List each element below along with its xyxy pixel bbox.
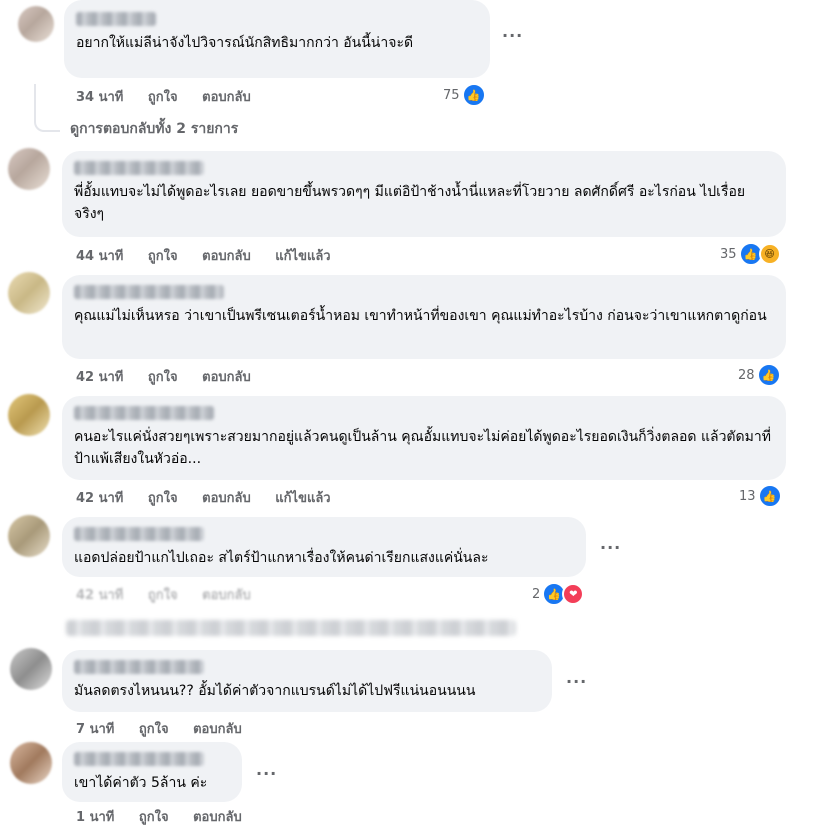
commenter-name-blurred[interactable]	[74, 406, 214, 420]
timestamp[interactable]: 34 นาที	[76, 90, 123, 105]
avatar[interactable]	[18, 6, 54, 42]
edited-label[interactable]: แก้ไขแล้ว	[275, 249, 330, 264]
commenter-name-blurred[interactable]	[74, 660, 204, 674]
reply-button[interactable]: ตอบกลับ	[202, 491, 251, 506]
love-icon: ❤	[562, 583, 585, 605]
comment-text: คนอะไรแค่นั่งสวยๆเพราะสวยมากอยู่แล้วคนดู…	[74, 429, 771, 467]
haha-icon: 😆	[758, 243, 781, 265]
like-button[interactable]: ถูกใจ	[148, 491, 178, 506]
more-options-button[interactable]: ···	[256, 764, 277, 783]
reaction-summary[interactable]: 35 👍 😆	[720, 242, 781, 266]
reply-button[interactable]: ตอบกลับ	[202, 90, 251, 105]
reaction-count: 2	[532, 586, 541, 602]
avatar[interactable]	[10, 648, 52, 690]
reaction-summary[interactable]: 28 👍	[738, 363, 781, 387]
reply-button[interactable]: ตอบกลับ	[202, 249, 251, 264]
reaction-summary[interactable]: 75 👍	[443, 83, 486, 107]
timestamp[interactable]: 42 นาที	[76, 370, 123, 385]
like-button[interactable]: ถูกใจ	[148, 249, 178, 264]
reply-button[interactable]: ตอบกลับ	[202, 370, 251, 385]
comment-text: เขาได้ค่าตัว 5ล้าน ค่ะ	[74, 775, 208, 791]
timestamp[interactable]: 7 นาที	[76, 722, 114, 737]
comment-bubble: แอดปล่อยป้าแกไปเถอะ สไตร์ป้าแกหาเรื่องให…	[62, 517, 586, 577]
commenter-name-blurred[interactable]	[74, 285, 224, 299]
like-button[interactable]: ถูกใจ	[139, 722, 169, 737]
reaction-count: 75	[443, 87, 460, 103]
avatar[interactable]	[10, 742, 52, 784]
reaction-summary[interactable]: 2 👍 ❤	[532, 582, 585, 606]
comment-text: คุณแม่ไม่เห็นหรอ ว่าเขาเป็นพรีเซนเตอร์น้…	[74, 308, 767, 324]
like-icon: 👍	[461, 83, 486, 107]
timestamp[interactable]: 44 นาที	[76, 249, 123, 264]
reaction-count: 35	[720, 246, 737, 262]
more-options-button[interactable]: ···	[502, 26, 523, 45]
thread-connector	[34, 84, 60, 132]
reply-button[interactable]: ตอบกลับ	[202, 588, 251, 603]
comment-text: แอดปล่อยป้าแกไปเถอะ สไตร์ป้าแกหาเรื่องให…	[74, 550, 489, 566]
blurred-content	[66, 620, 516, 636]
avatar[interactable]	[8, 148, 50, 190]
view-replies-link[interactable]: ดูการตอบกลับทั้ง 2 รายการ	[70, 118, 238, 140]
like-button[interactable]: ถูกใจ	[148, 370, 178, 385]
comment-text: อยากให้แม่ลีน่าจังไปวิจารณ์นักสิทธิมากกว…	[76, 35, 414, 51]
reaction-summary[interactable]: 13 👍	[739, 484, 782, 508]
reply-button[interactable]: ตอบกลับ	[193, 810, 242, 825]
avatar[interactable]	[8, 515, 50, 557]
comment-meta: 34 นาที ถูกใจ ตอบกลับ	[76, 86, 271, 107]
comment-bubble: คุณแม่ไม่เห็นหรอ ว่าเขาเป็นพรีเซนเตอร์น้…	[62, 275, 786, 359]
comment-bubble: พี่อั้มแทบจะไม่ได้พูดอะไรเลย ยอดขายขึ้นพ…	[62, 151, 786, 237]
comment-text: พี่อั้มแทบจะไม่ได้พูดอะไรเลย ยอดขายขึ้นพ…	[74, 184, 746, 222]
avatar[interactable]	[8, 272, 50, 314]
comment-meta: 42 นาที ถูกใจ ตอบกลับ แก้ไขแล้ว	[76, 487, 351, 508]
reaction-count: 28	[738, 367, 755, 383]
comment-meta: 42 นาที ถูกใจ ตอบกลับ	[76, 584, 271, 605]
like-icon: 👍	[757, 484, 782, 508]
commenter-name-blurred[interactable]	[76, 12, 156, 26]
commenter-name-blurred[interactable]	[74, 161, 204, 175]
reaction-count: 13	[739, 488, 756, 504]
comment-meta: 42 นาที ถูกใจ ตอบกลับ	[76, 366, 271, 387]
like-button[interactable]: ถูกใจ	[148, 90, 178, 105]
comment-meta: 7 นาที ถูกใจ ตอบกลับ	[76, 718, 262, 739]
commenter-name-blurred[interactable]	[74, 527, 204, 541]
like-button[interactable]: ถูกใจ	[139, 810, 169, 825]
timestamp[interactable]: 42 นาที	[76, 588, 123, 603]
timestamp[interactable]: 42 นาที	[76, 491, 123, 506]
like-icon: 👍	[756, 363, 781, 387]
comment-bubble: เขาได้ค่าตัว 5ล้าน ค่ะ	[62, 742, 242, 802]
edited-label[interactable]: แก้ไขแล้ว	[275, 491, 330, 506]
more-options-button[interactable]: ···	[566, 672, 587, 691]
avatar[interactable]	[8, 394, 50, 436]
comment-meta: 44 นาที ถูกใจ ตอบกลับ แก้ไขแล้ว	[76, 245, 351, 266]
commenter-name-blurred[interactable]	[74, 752, 204, 766]
comment-bubble: อยากให้แม่ลีน่าจังไปวิจารณ์นักสิทธิมากกว…	[64, 0, 490, 78]
more-options-button[interactable]: ···	[600, 538, 621, 557]
timestamp[interactable]: 1 นาที	[76, 810, 114, 825]
comment-bubble: คนอะไรแค่นั่งสวยๆเพราะสวยมากอยู่แล้วคนดู…	[62, 396, 786, 480]
comment-text: มันลดตรงไหนนน?? อั้มได้ค่าตัวจากแบรนด์ไม…	[74, 683, 476, 699]
reply-button[interactable]: ตอบกลับ	[193, 722, 242, 737]
comment-bubble: มันลดตรงไหนนน?? อั้มได้ค่าตัวจากแบรนด์ไม…	[62, 650, 552, 712]
like-button[interactable]: ถูกใจ	[148, 588, 178, 603]
